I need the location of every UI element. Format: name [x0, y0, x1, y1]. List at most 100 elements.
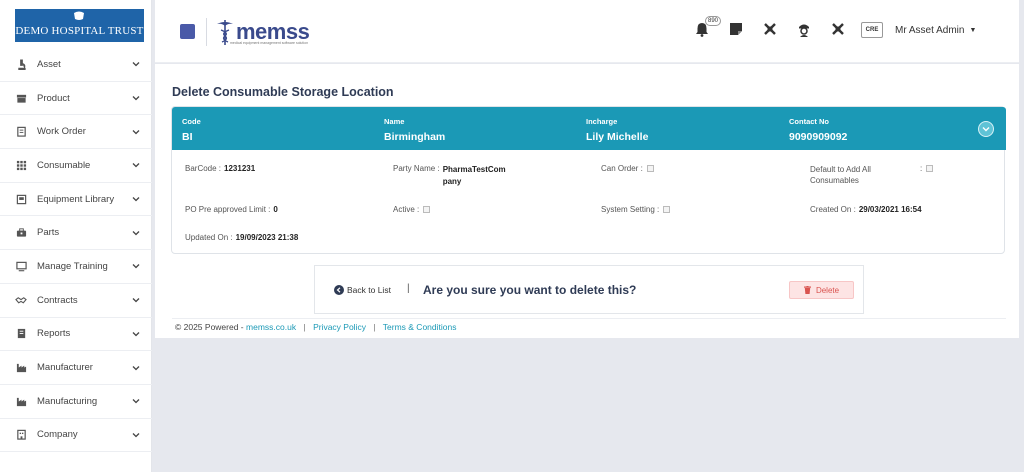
sidebar-item-asset[interactable]: Asset [0, 48, 152, 82]
brand-logo[interactable]: DEMO HOSPITAL TRUST [15, 9, 144, 42]
sidebar-item-product[interactable]: Product [0, 82, 152, 116]
header-value: Birmingham [384, 131, 446, 143]
sidebar-item-reports[interactable]: Reports [0, 318, 152, 352]
logo-tagline: medical equipment management software so… [230, 41, 309, 45]
header-label: Contact No [789, 117, 829, 126]
chevron-down-icon [132, 129, 140, 135]
sidebar-item-label: Consumable [37, 159, 91, 171]
handshake-icon [15, 294, 27, 306]
sidebar-item-manufacturer[interactable]: Manufacturer [0, 351, 152, 385]
caret-down-icon: ▼ [969, 26, 977, 34]
sidebar-item-equipment-library[interactable]: Equipment Library [0, 183, 152, 217]
top-icons: 890 [695, 16, 865, 38]
divider [172, 318, 1006, 319]
footer-powered: © 2025 Powered - [175, 322, 244, 332]
box-icon [15, 92, 27, 104]
chevron-down-icon [132, 365, 140, 370]
sidebar-item-manufacturing[interactable]: Manufacturing [0, 385, 152, 419]
note-icon [730, 23, 742, 35]
field-label-line: Default to Add All [810, 165, 871, 174]
sidebar-item-label: Manufacturing [37, 395, 98, 407]
header-value: 9090909092 [789, 131, 848, 143]
wrench-icon [832, 23, 844, 35]
barcode-field: BarCode : 1231231 [185, 164, 255, 173]
header-label: Incharge [586, 117, 618, 126]
back-to-list-link[interactable]: Back to List [334, 285, 391, 295]
sidebar-item-label: Parts [37, 227, 60, 239]
delete-confirm-panel: Back to List | Are you sure you want to … [314, 265, 864, 314]
chevron-down-icon [132, 432, 140, 438]
system-setting-field: System Setting : [601, 205, 671, 214]
memss-logo[interactable]: memss medical equipment management softw… [216, 14, 310, 50]
po-limit-field: PO Pre approved Limit : 0 [185, 205, 278, 214]
notes-button[interactable] [729, 22, 745, 38]
privacy-policy-link[interactable]: Privacy Policy [313, 322, 366, 332]
sidebar-item-parts[interactable]: Parts [0, 216, 152, 251]
footer-separator: | [373, 322, 376, 332]
factory-icon [15, 362, 27, 374]
default-all-field: Default to Add All Consumables : [810, 164, 934, 186]
system-setting-checkbox[interactable] [663, 206, 671, 213]
party-value-line: pany [442, 177, 462, 186]
field-value: 1231231 [224, 164, 256, 173]
field-colon: : [920, 164, 923, 173]
settings-button[interactable] [831, 22, 847, 38]
building-icon [15, 429, 27, 441]
notification-count: 890 [705, 16, 722, 26]
terms-link[interactable]: Terms & Conditions [383, 322, 457, 332]
separator: | [407, 283, 410, 294]
monitor-icon [15, 260, 27, 272]
sidebar-item-label: Company [37, 429, 78, 441]
footer-site-link[interactable]: memss.co.uk [246, 322, 296, 332]
sidebar-menu: Asset Product Work Order Consumable Equi… [0, 48, 152, 453]
collapse-button[interactable] [978, 121, 994, 137]
record-card: Code BI Name Birmingham Incharge Lily Mi… [171, 106, 1006, 254]
active-field: Active : [393, 205, 431, 214]
factory-icon [15, 395, 27, 407]
sidebar-item-contracts[interactable]: Contracts [0, 284, 152, 318]
party-value-line: PharmaTestCom [442, 165, 506, 174]
active-checkbox[interactable] [423, 206, 431, 213]
field-label: Created On : [810, 205, 856, 214]
engineer-icon [799, 24, 809, 37]
toolbox-icon [15, 227, 27, 239]
notification-button[interactable]: 890 [695, 16, 722, 38]
top-bar: memss medical equipment management softw… [155, 0, 1019, 63]
main-content: Delete Consumable Storage Location Code … [155, 64, 1019, 338]
engineer-button[interactable] [797, 22, 813, 38]
user-menu[interactable]: CRE Mr Asset Admin ▼ [861, 22, 976, 38]
tools-button[interactable] [763, 22, 779, 38]
delete-label: Delete [815, 285, 840, 295]
chevron-down-icon [132, 163, 140, 168]
sidebar-item-label: Asset [37, 58, 61, 70]
back-to-list-label: Back to List [347, 285, 391, 295]
sidebar-item-label: Manage Training [37, 260, 108, 272]
updated-on-field: Updated On : 19/09/2023 21:38 [185, 233, 298, 242]
header-value: BI [182, 131, 193, 143]
sidebar-item-label: Product [37, 92, 70, 104]
grid-icon [15, 159, 27, 171]
sidebar: DEMO HOSPITAL TRUST Asset Product Work O… [0, 0, 152, 472]
field-label: Can Order : [601, 164, 643, 173]
divider [206, 18, 207, 46]
chevron-down-icon [132, 96, 140, 101]
sidebar-item-manage-training[interactable]: Manage Training [0, 250, 152, 284]
sidebar-item-label: Equipment Library [37, 193, 115, 205]
sidebar-item-work-order[interactable]: Work Order [0, 115, 152, 150]
report-icon [15, 328, 27, 340]
menu-toggle-button[interactable] [180, 24, 195, 39]
field-label: System Setting : [601, 205, 660, 214]
book-icon [15, 193, 27, 205]
field-label: BarCode : [185, 164, 222, 173]
field-value: PharmaTestCom pany [443, 164, 506, 188]
trash-icon [803, 286, 811, 294]
sidebar-item-consumable[interactable]: Consumable [0, 149, 152, 183]
sidebar-item-label: Manufacturer [37, 362, 93, 374]
chevron-down-icon [132, 230, 140, 236]
default-all-checkbox[interactable] [926, 165, 934, 172]
delete-button[interactable]: Delete [789, 281, 854, 299]
can-order-checkbox[interactable] [646, 165, 654, 172]
sidebar-item-label: Contracts [37, 294, 78, 306]
sidebar-item-company[interactable]: Company [0, 419, 152, 453]
field-label: Active : [393, 205, 420, 214]
